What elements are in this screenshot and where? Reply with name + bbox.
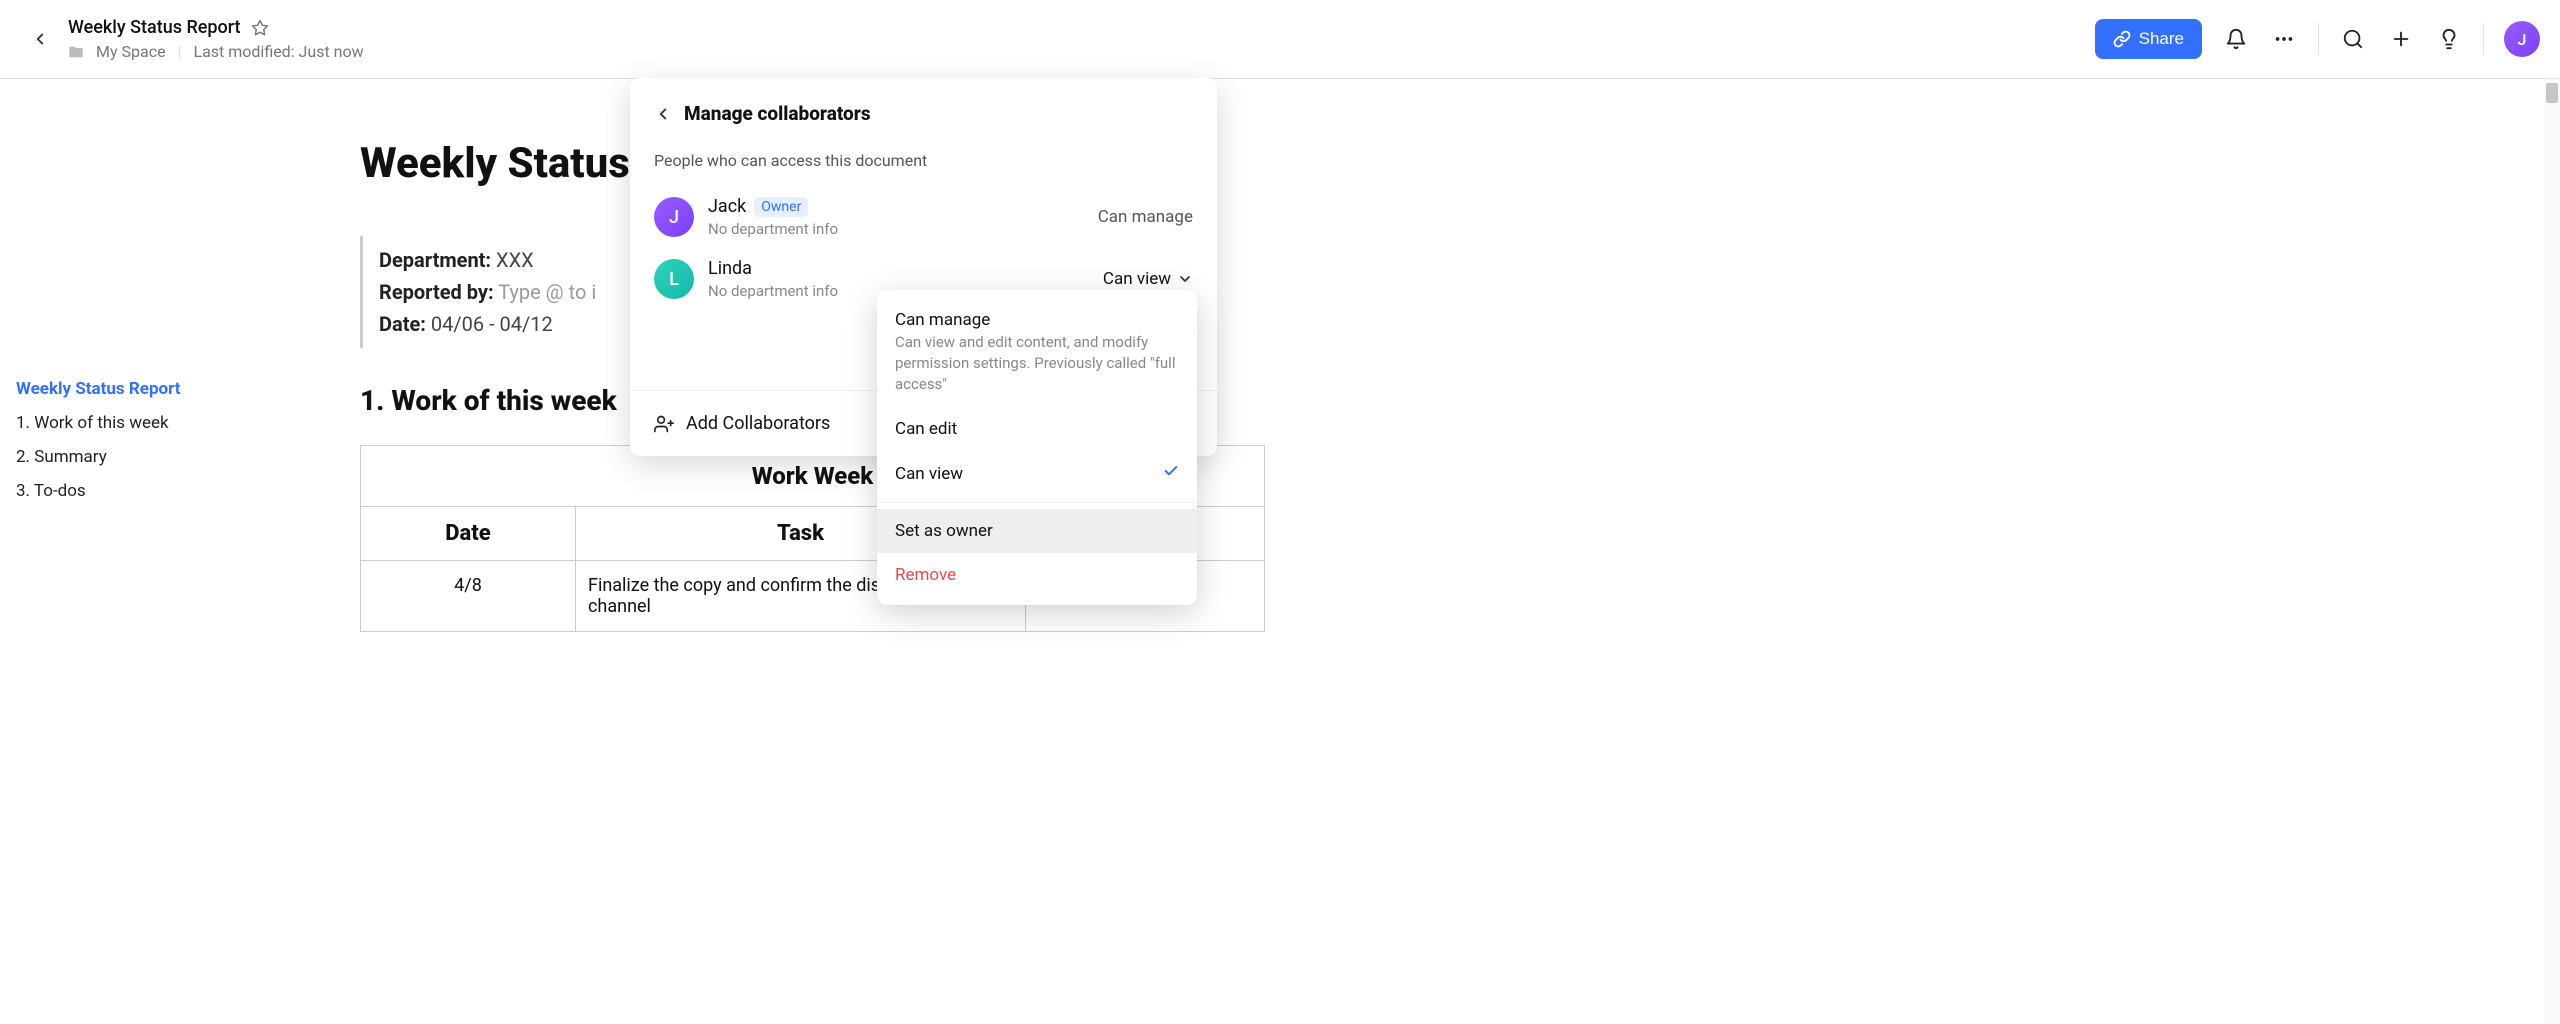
add-button[interactable] [2387, 25, 2415, 53]
bell-button[interactable] [2222, 25, 2250, 53]
title-block: Weekly Status Report My Space | Last mod… [60, 17, 364, 61]
last-modified-text: Last modified: Just now [193, 42, 363, 61]
main-area: Weekly Status Report 1. Work of this wee… [0, 79, 2560, 1024]
collab-row-jack: J Jack Owner No department info Can mana… [630, 186, 1217, 248]
cell-date[interactable]: 4/8 [361, 561, 576, 632]
chevron-down-icon [1177, 271, 1193, 287]
collab-name-jack: Jack [708, 196, 746, 217]
add-collaborators-label: Add Collaborators [686, 413, 830, 434]
collab-header: Manage collaborators [630, 102, 1217, 139]
perm-option-set-owner[interactable]: Set as owner [877, 509, 1197, 553]
perm-divider [877, 502, 1197, 503]
permission-dropdown: Can manage Can view and edit content, an… [877, 290, 1197, 605]
doc-title[interactable]: Weekly Status Report [68, 17, 241, 38]
plus-icon [2390, 28, 2412, 50]
more-button[interactable] [2270, 25, 2298, 53]
lightbulb-icon [2438, 28, 2460, 50]
user-avatar[interactable]: J [2504, 21, 2540, 57]
share-button[interactable]: Share [2095, 19, 2202, 59]
collab-name-linda: Linda [708, 258, 752, 279]
link-icon [2113, 30, 2131, 48]
pipe-divider: | [178, 42, 182, 61]
chevron-left-icon [654, 105, 672, 123]
add-person-icon [654, 414, 674, 434]
collab-dept-jack: No department info [708, 220, 1098, 238]
toc-item-work[interactable]: 1. Work of this week [16, 413, 250, 433]
collab-back-button[interactable] [654, 105, 672, 123]
collab-avatar-linda: L [654, 259, 694, 299]
collab-role-jack: Can manage [1098, 207, 1193, 227]
perm-option-remove[interactable]: Remove [877, 553, 1197, 597]
share-button-label: Share [2139, 29, 2184, 49]
topbar-actions: Share J [2095, 19, 2540, 59]
toc-item-summary[interactable]: 2. Summary [16, 447, 250, 467]
scroll-thumb[interactable] [2546, 83, 2558, 103]
collab-subtitle: People who can access this document [630, 139, 1217, 186]
perm-option-can-manage[interactable]: Can manage Can view and edit content, an… [877, 298, 1197, 407]
document-body: Weekly Status Report Department: XXX Rep… [250, 79, 2560, 1024]
search-button[interactable] [2339, 25, 2367, 53]
sidebar: Weekly Status Report 1. Work of this wee… [0, 79, 250, 1024]
chevron-left-icon [31, 30, 49, 48]
dots-horizontal-icon [2273, 28, 2295, 50]
toc-title[interactable]: Weekly Status Report [16, 379, 250, 399]
bell-icon [2225, 28, 2247, 50]
topbar: Weekly Status Report My Space | Last mod… [0, 0, 2560, 79]
vertical-divider [2318, 23, 2319, 55]
toc-item-todos[interactable]: 3. To-dos [16, 481, 250, 501]
folder-icon [68, 44, 84, 60]
table-of-contents: Weekly Status Report 1. Work of this wee… [16, 379, 250, 501]
table-header-date: Date [361, 507, 576, 561]
favorite-button[interactable] [251, 19, 269, 37]
perm-option-can-edit[interactable]: Can edit [877, 407, 1197, 451]
tips-button[interactable] [2435, 25, 2463, 53]
check-icon [1163, 463, 1179, 484]
vertical-divider [2483, 23, 2484, 55]
space-name[interactable]: My Space [96, 42, 166, 61]
back-button[interactable] [20, 30, 60, 48]
collab-avatar-jack: J [654, 197, 694, 237]
star-icon [251, 19, 269, 37]
owner-badge: Owner [754, 197, 808, 217]
collab-title: Manage collaborators [684, 102, 871, 125]
collab-role-linda-dropdown[interactable]: Can view [1103, 269, 1193, 289]
scrollbar[interactable] [2544, 79, 2560, 1024]
search-icon [2342, 28, 2364, 50]
perm-option-can-view[interactable]: Can view [877, 451, 1197, 496]
